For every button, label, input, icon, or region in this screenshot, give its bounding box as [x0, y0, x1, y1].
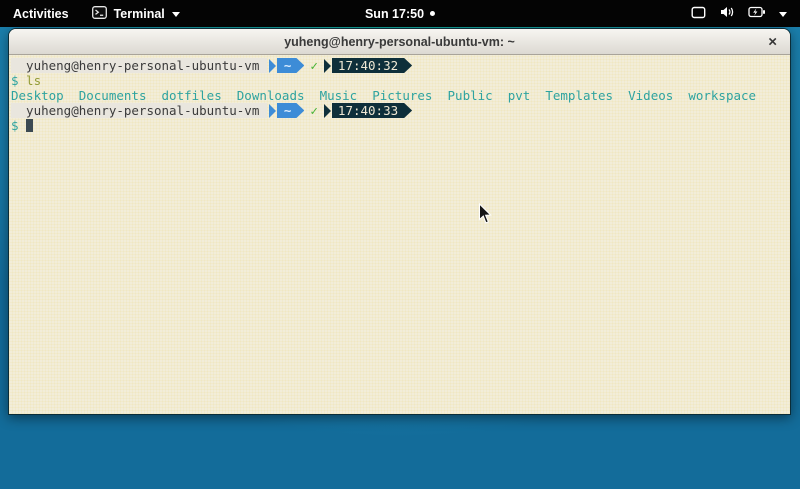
- terminal-input-line: $: [11, 118, 790, 133]
- prompt-symbol: $: [11, 73, 19, 88]
- terminal-prompt-line: yuheng@henry-personal-ubuntu-vm ~ ✓ 17:4…: [11, 103, 790, 118]
- battery-charging-icon: [748, 6, 766, 21]
- system-tray[interactable]: [691, 0, 800, 27]
- check-icon: ✓: [310, 58, 318, 73]
- prompt-user-segment: yuheng@henry-personal-ubuntu-vm: [11, 58, 267, 73]
- directory-name: workspace: [688, 88, 756, 103]
- window-titlebar[interactable]: yuheng@henry-personal-ubuntu-vm: ~ ×: [9, 29, 790, 55]
- check-icon: ✓: [310, 103, 318, 118]
- directory-name: Desktop: [11, 88, 64, 103]
- prompt-path-segment: ~: [277, 58, 305, 73]
- terminal-content[interactable]: yuheng@henry-personal-ubuntu-vm ~ ✓ 17:4…: [9, 55, 790, 414]
- clock-label: Sun 17:50: [365, 7, 424, 21]
- prompt-symbol: $: [11, 118, 19, 133]
- directory-name: Videos: [628, 88, 673, 103]
- app-menu-terminal[interactable]: Terminal: [82, 0, 190, 27]
- terminal-cursor: [26, 119, 33, 132]
- directory-name: Pictures: [372, 88, 432, 103]
- prompt-time-segment: 17:40:32: [332, 58, 412, 73]
- powerline-arrow-icon: [269, 104, 276, 118]
- close-icon[interactable]: ×: [768, 34, 777, 49]
- terminal-command-line: $ ls: [11, 73, 790, 88]
- powerline-arrow-icon: [324, 104, 331, 118]
- directory-name: Documents: [79, 88, 147, 103]
- terminal-window: yuheng@henry-personal-ubuntu-vm: ~ × yuh…: [8, 28, 791, 415]
- activities-button[interactable]: Activities: [0, 0, 82, 27]
- volume-icon: [719, 5, 735, 22]
- notification-dot: [430, 11, 435, 16]
- activities-label: Activities: [13, 7, 69, 21]
- display-icon: [691, 6, 706, 22]
- terminal-app-icon: [92, 6, 107, 22]
- powerline-arrow-icon: [324, 59, 331, 73]
- command-text: ls: [26, 73, 41, 88]
- directory-name: dotfiles: [162, 88, 222, 103]
- desktop-background[interactable]: yuheng@henry-personal-ubuntu-vm: ~ × yuh…: [0, 27, 800, 489]
- app-menu-label: Terminal: [114, 7, 165, 21]
- directory-name: Downloads: [237, 88, 305, 103]
- prompt-path-segment: ~: [277, 103, 305, 118]
- chevron-down-icon: [779, 12, 787, 17]
- powerline-arrow-icon: [269, 59, 276, 73]
- terminal-prompt-line: yuheng@henry-personal-ubuntu-vm ~ ✓ 17:4…: [11, 58, 790, 73]
- directory-name: pvt: [508, 88, 531, 103]
- clock-button[interactable]: Sun 17:50: [365, 0, 435, 27]
- directory-name: Templates: [545, 88, 613, 103]
- top-bar: Activities Terminal Sun 17:50: [0, 0, 800, 27]
- window-title: yuheng@henry-personal-ubuntu-vm: ~: [284, 35, 515, 49]
- prompt-user-segment: yuheng@henry-personal-ubuntu-vm: [11, 103, 267, 118]
- ls-output-line: Desktop Documents dotfiles Downloads Mus…: [11, 88, 790, 103]
- directory-name: Music: [320, 88, 358, 103]
- directory-name: Public: [448, 88, 493, 103]
- chevron-down-icon: [172, 12, 180, 17]
- prompt-time-segment: 17:40:33: [332, 103, 412, 118]
